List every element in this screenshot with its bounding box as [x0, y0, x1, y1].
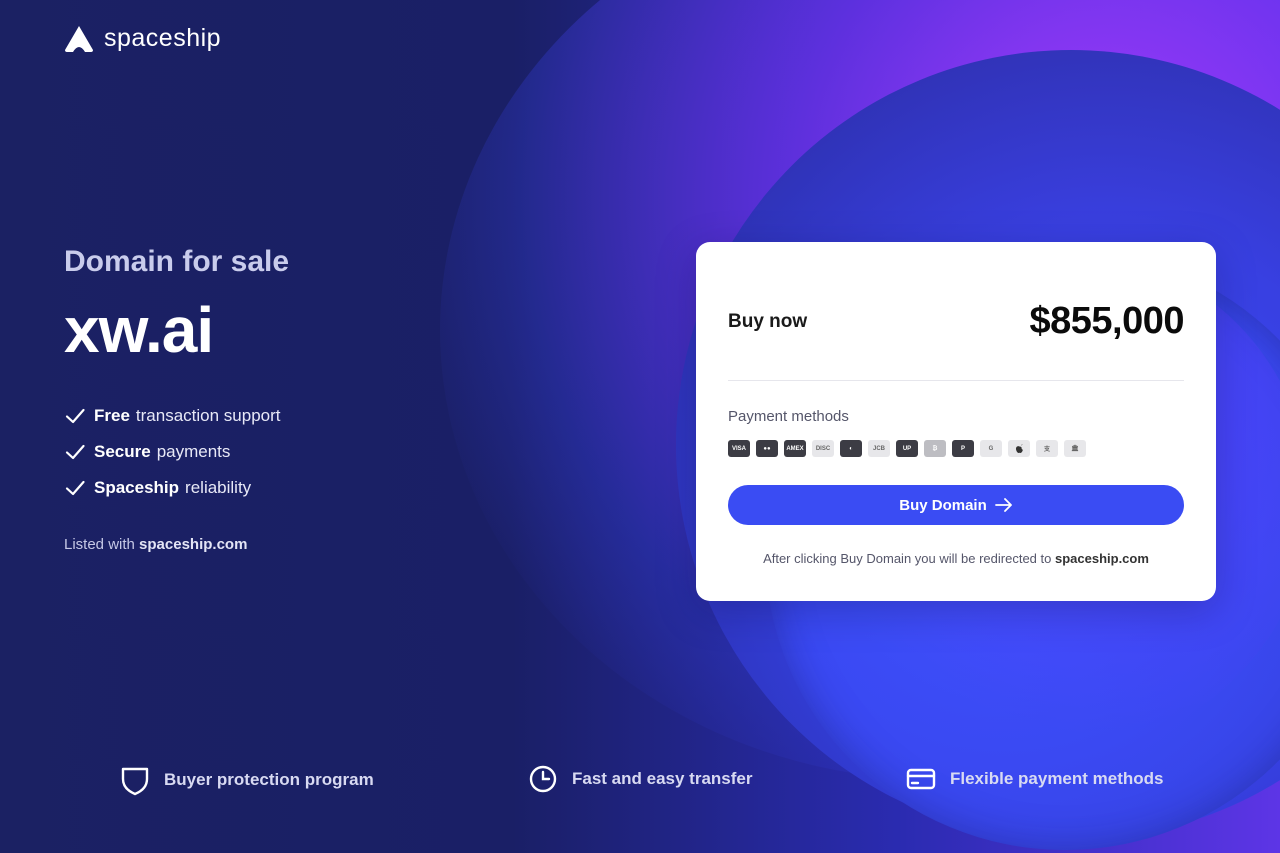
- price-row: Buy now $855,000: [728, 300, 1184, 343]
- divider: [728, 380, 1184, 381]
- feature-text: payments: [156, 442, 231, 461]
- feature-bold: Spaceship: [94, 478, 180, 497]
- purchase-card: Buy now $855,000 Payment methods VISA ●●…: [696, 242, 1216, 601]
- flexible-payments-label: Flexible payment methods: [950, 769, 1164, 788]
- buyer-protection-item: Buyer protection program: [120, 764, 374, 796]
- visa-icon: VISA: [728, 440, 750, 457]
- listed-link[interactable]: spaceship.com: [139, 536, 247, 553]
- redirect-link[interactable]: spaceship.com: [1055, 551, 1149, 566]
- listed-with: Listed with spaceship.com: [64, 536, 247, 553]
- payment-methods-label: Payment methods: [728, 408, 849, 425]
- fast-transfer-label: Fast and easy transfer: [572, 769, 753, 788]
- fast-transfer-item: Fast and easy transfer: [528, 764, 752, 794]
- buy-now-label: Buy now: [728, 310, 808, 332]
- bottom-features: Buyer protection program Fast and easy t…: [0, 760, 1280, 800]
- redirect-note: After clicking Buy Domain you will be re…: [696, 551, 1216, 566]
- spaceship-logo-icon: [65, 25, 93, 52]
- mastercard-icon: ●●: [756, 440, 778, 457]
- unionpay-icon: UP: [896, 440, 918, 457]
- buyer-protection-label: Buyer protection program: [164, 770, 374, 789]
- alipay-icon: 支: [1036, 440, 1058, 457]
- feature-item: Secure payments: [64, 434, 281, 470]
- listed-prefix: Listed with: [64, 536, 135, 553]
- domain-name: xw.ai: [64, 294, 214, 366]
- buy-domain-button[interactable]: Buy Domain: [728, 485, 1184, 525]
- price: $855,000: [1029, 300, 1185, 342]
- paypal-icon: P: [952, 440, 974, 457]
- diners-club-icon: ◐: [840, 440, 862, 457]
- hero: Domain for sale xw.ai: [64, 240, 584, 368]
- payment-methods-icons: VISA ●● AMEX DISC ◐ JCB UP ₿ P G 支 🏛: [728, 440, 1086, 457]
- feature-item: Free transaction support: [64, 398, 281, 434]
- logo-text: spaceship: [104, 24, 222, 52]
- arrow-right-icon: [994, 498, 1012, 512]
- check-icon: [65, 444, 85, 460]
- hero-subtitle: Domain for sale: [64, 245, 290, 278]
- feature-list: Free transaction support Secure payments…: [64, 398, 281, 506]
- bitcoin-icon: ₿: [924, 440, 946, 457]
- feature-item: Spaceship reliability: [64, 470, 281, 506]
- feature-bold: Free: [94, 406, 130, 425]
- credit-card-icon: [906, 768, 936, 790]
- feature-text: reliability: [185, 478, 252, 497]
- amex-icon: AMEX: [784, 440, 806, 457]
- check-icon: [65, 480, 85, 496]
- buy-domain-label: Buy Domain: [899, 496, 987, 514]
- bank-transfer-icon: 🏛: [1064, 440, 1086, 457]
- shield-icon: [121, 767, 149, 796]
- apple-pay-icon: [1008, 440, 1030, 457]
- apple-glyph: [1015, 443, 1023, 453]
- google-pay-icon: G: [980, 440, 1002, 457]
- feature-bold: Secure: [94, 442, 151, 461]
- flexible-payments-item: Flexible payment methods: [906, 764, 1164, 794]
- clock-icon: [529, 765, 557, 793]
- feature-text: transaction support: [135, 406, 281, 425]
- spaceship-logo[interactable]: spaceship: [64, 24, 221, 53]
- check-icon: [65, 408, 85, 424]
- discover-icon: DISC: [812, 440, 834, 457]
- redirect-text: After clicking Buy Domain you will be re…: [763, 551, 1052, 566]
- jcb-icon: JCB: [868, 440, 890, 457]
